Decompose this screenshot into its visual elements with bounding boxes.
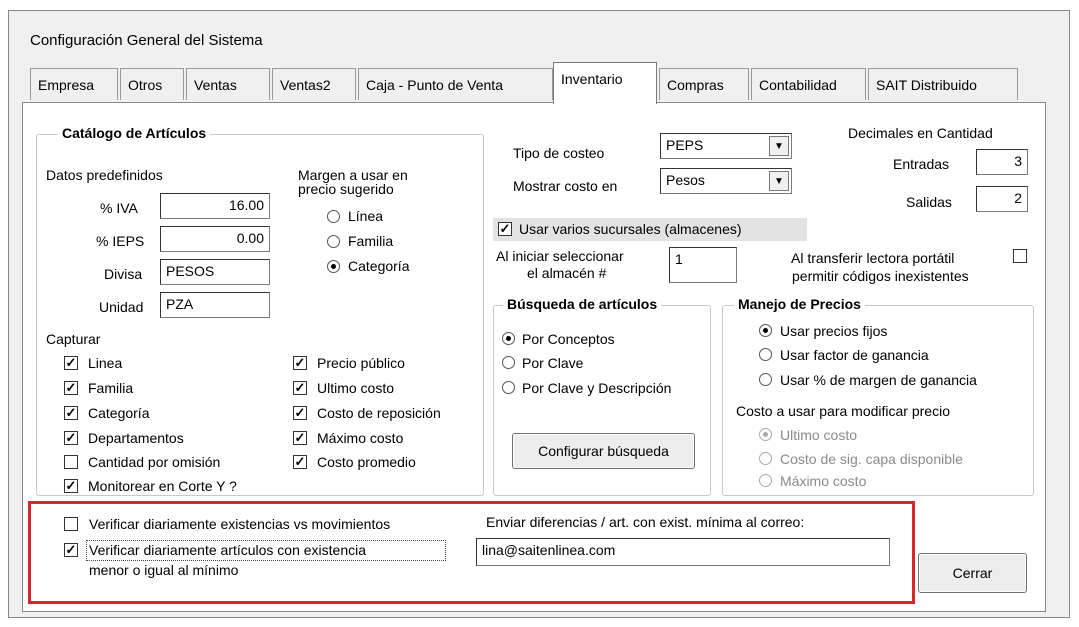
capturar-ultimo-costo-checkbox[interactable]: ✓ bbox=[293, 381, 307, 395]
capturar-costo-reposicion-label: Costo de reposición bbox=[317, 405, 441, 421]
busqueda-clave-radio[interactable] bbox=[502, 356, 515, 369]
capturar-departamentos-label: Departamentos bbox=[88, 430, 184, 446]
cerrar-button[interactable]: Cerrar bbox=[918, 553, 1027, 593]
margen-linea-radio[interactable] bbox=[327, 210, 340, 223]
busqueda-clave-descripcion-radio[interactable] bbox=[502, 381, 515, 394]
capturar-precio-publico-checkbox[interactable]: ✓ bbox=[293, 356, 307, 370]
capturar-departamentos-checkbox[interactable]: ✓ bbox=[64, 431, 78, 445]
precios-fijos-radio[interactable] bbox=[759, 324, 772, 337]
predef-title: Datos predefinidos bbox=[46, 167, 163, 183]
margen-linea-label: Línea bbox=[348, 208, 384, 224]
costo-modificar-title: Costo a usar para modificar precio bbox=[736, 403, 950, 419]
capturar-cantidad-checkbox[interactable] bbox=[64, 455, 78, 469]
highlight-box bbox=[28, 501, 915, 604]
capturar-precio-publico-label: Precio público bbox=[317, 355, 405, 371]
sucursales-label: Usar varios sucursales (almacenes) bbox=[519, 221, 742, 237]
tipo-costeo-select[interactable]: PEPS ▼ bbox=[660, 133, 792, 159]
precios-fijos-label: Usar precios fijos bbox=[780, 323, 888, 339]
costo-sig-capa-radio[interactable] bbox=[759, 452, 772, 465]
iva-input[interactable]: 16.00 bbox=[160, 193, 270, 219]
entradas-label: Entradas bbox=[893, 156, 950, 172]
salidas-input[interactable]: 2 bbox=[976, 186, 1028, 212]
costo-maximo-label: Máximo costo bbox=[780, 473, 867, 489]
costo-ultimo-label: Ultimo costo bbox=[780, 427, 858, 443]
precios-title: Manejo de Precios bbox=[734, 296, 865, 312]
capturar-ultimo-costo-label: Ultimo costo bbox=[317, 380, 395, 396]
costo-maximo-radio[interactable] bbox=[759, 474, 772, 487]
costo-ultimo-radio[interactable] bbox=[759, 428, 772, 441]
precios-factor-label: Usar factor de ganancia bbox=[780, 347, 929, 363]
busqueda-title: Búsqueda de artículos bbox=[503, 296, 662, 312]
divisa-input[interactable]: PESOS bbox=[160, 259, 270, 285]
ieps-input[interactable]: 0.00 bbox=[160, 226, 270, 252]
margen-familia-radio[interactable] bbox=[327, 235, 340, 248]
capturar-linea-label: Linea bbox=[88, 355, 123, 371]
almacen-input[interactable]: 1 bbox=[669, 247, 737, 283]
margen-familia-label: Familia bbox=[348, 233, 394, 249]
divisa-label: Divisa bbox=[104, 266, 143, 282]
precios-factor-radio[interactable] bbox=[759, 348, 772, 361]
salidas-label: Salidas bbox=[906, 194, 952, 210]
lectora-label-2: permitir códigos inexistentes bbox=[792, 268, 969, 284]
lectora-label-1: Al transferir lectora portátil bbox=[791, 250, 955, 266]
margen-categoria-label: Categoría bbox=[348, 258, 410, 274]
precios-margen-label: Usar % de margen de ganancia bbox=[780, 372, 977, 388]
lectora-checkbox[interactable] bbox=[1013, 249, 1027, 263]
capturar-cantidad-label: Cantidad por omisión bbox=[88, 454, 221, 470]
capturar-categoria-checkbox[interactable]: ✓ bbox=[64, 406, 78, 420]
chevron-down-icon[interactable]: ▼ bbox=[769, 171, 789, 191]
capturar-linea-checkbox[interactable]: ✓ bbox=[64, 356, 78, 370]
decimales-title: Decimales en Cantidad bbox=[848, 125, 993, 141]
mostrar-costo-value: Pesos bbox=[666, 172, 705, 188]
capturar-familia-checkbox[interactable]: ✓ bbox=[64, 381, 78, 395]
busqueda-conceptos-label: Por Conceptos bbox=[522, 331, 615, 347]
almacen-label-1: Al iniciar seleccionar bbox=[496, 248, 624, 264]
configurar-busqueda-button[interactable]: Configurar búsqueda bbox=[512, 433, 695, 469]
unidad-label: Unidad bbox=[99, 299, 144, 315]
capturar-maximo-costo-label: Máximo costo bbox=[317, 430, 404, 446]
busqueda-clave-descripcion-label: Por Clave y Descripción bbox=[522, 380, 672, 396]
iva-label: % IVA bbox=[100, 200, 138, 216]
capturar-monitorear-label: Monitorear en Corte Y ? bbox=[88, 478, 237, 494]
chevron-down-icon[interactable]: ▼ bbox=[769, 136, 789, 156]
margen-title-2: precio sugerido bbox=[298, 181, 394, 197]
unidad-input[interactable]: PZA bbox=[160, 292, 270, 318]
capturar-maximo-costo-checkbox[interactable]: ✓ bbox=[293, 431, 307, 445]
busqueda-clave-label: Por Clave bbox=[522, 355, 584, 371]
mostrar-costo-select[interactable]: Pesos ▼ bbox=[660, 168, 792, 194]
entradas-input[interactable]: 3 bbox=[976, 149, 1028, 175]
tipo-costeo-label: Tipo de costeo bbox=[513, 145, 605, 161]
costo-sig-capa-label: Costo de sig. capa disponible bbox=[780, 451, 963, 467]
capturar-costo-promedio-checkbox[interactable]: ✓ bbox=[293, 455, 307, 469]
busqueda-conceptos-radio[interactable] bbox=[502, 332, 515, 345]
catalogo-title: Catálogo de Artículos bbox=[58, 125, 211, 141]
precios-margen-radio[interactable] bbox=[759, 373, 772, 386]
sucursales-checkbox[interactable]: ✓ bbox=[498, 222, 512, 236]
capturar-title: Capturar bbox=[46, 331, 101, 347]
capturar-costo-promedio-label: Costo promedio bbox=[317, 454, 416, 470]
capturar-familia-label: Familia bbox=[88, 380, 134, 396]
margen-categoria-radio[interactable] bbox=[327, 260, 340, 273]
capturar-costo-reposicion-checkbox[interactable]: ✓ bbox=[293, 406, 307, 420]
capturar-categoria-label: Categoría bbox=[88, 405, 150, 421]
capturar-monitorear-checkbox[interactable]: ✓ bbox=[64, 479, 78, 493]
tipo-costeo-value: PEPS bbox=[666, 137, 704, 153]
mostrar-costo-label: Mostrar costo en bbox=[513, 178, 618, 194]
ieps-label: % IEPS bbox=[96, 233, 145, 249]
almacen-label-2: el almacén # bbox=[527, 265, 607, 281]
